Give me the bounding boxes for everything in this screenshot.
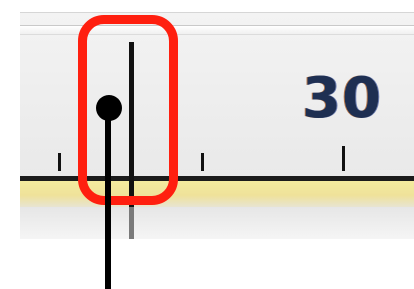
ruler-tick-minor [58, 153, 61, 171]
callout-pointer-line [105, 108, 111, 289]
ruler-cursor-marker-shadow [129, 207, 134, 239]
ruler-number-label: 30 [302, 66, 382, 131]
highlight-ring-icon [78, 15, 178, 205]
ruler-baseline-shadow [20, 207, 414, 239]
callout-pointer-icon [96, 95, 122, 121]
ruler-tick-minor [201, 153, 204, 171]
ruler-tick-major [342, 146, 345, 171]
